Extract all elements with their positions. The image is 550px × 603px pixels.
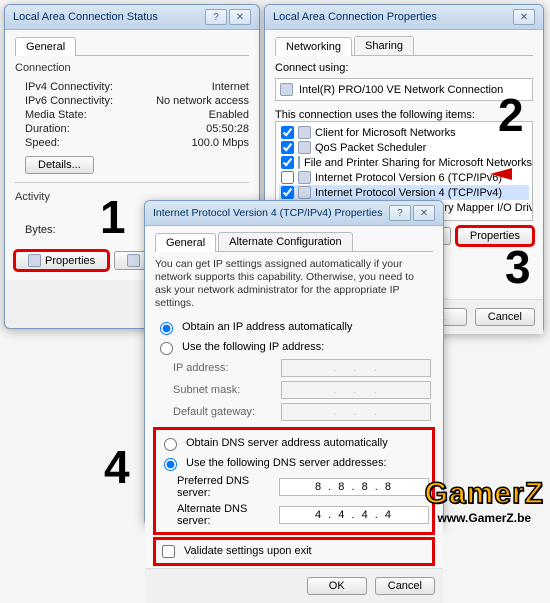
component-icon bbox=[298, 186, 311, 199]
component-icon bbox=[298, 141, 311, 154]
ok-button[interactable]: OK bbox=[307, 577, 367, 595]
annotation-3: 3 bbox=[505, 240, 531, 294]
item-checkbox[interactable] bbox=[281, 171, 294, 184]
radio-manual-ip-label: Use the following IP address: bbox=[182, 341, 324, 353]
preferred-dns-input[interactable]: 8 . 8 . 8 . 8 bbox=[279, 478, 429, 496]
nic-box: Intel(R) PRO/100 VE Network Connection bbox=[275, 78, 533, 101]
connection-label: Connection bbox=[15, 62, 249, 74]
lanprops-titlebar: Local Area Connection Properties ✕ bbox=[265, 5, 543, 30]
default-gateway-input: . . . bbox=[281, 403, 431, 421]
subnet-mask-label: Subnet mask: bbox=[173, 384, 273, 396]
bytes-label: Bytes: bbox=[25, 224, 56, 236]
component-icon bbox=[298, 156, 300, 169]
status-tabs: General bbox=[15, 36, 249, 56]
item-checkbox[interactable] bbox=[281, 186, 294, 199]
ipv4-label: IPv4 Connectivity: bbox=[25, 81, 113, 93]
list-item-selected: Internet Protocol Version 4 (TCP/IPv4) bbox=[279, 185, 529, 200]
gamerz-logo: GamerZ www.GamerZ.be bbox=[425, 477, 544, 525]
component-icon bbox=[298, 126, 311, 139]
ipv4-properties-window: Internet Protocol Version 4 (TCP/IPv4) P… bbox=[144, 200, 444, 526]
speed-label: Speed: bbox=[25, 137, 60, 149]
status-winbuttons: ? ✕ bbox=[205, 9, 251, 25]
ip-address-input: . . . bbox=[281, 359, 431, 377]
media-value: Enabled bbox=[209, 109, 249, 121]
subnet-mask-input: . . . bbox=[281, 381, 431, 399]
ipv4-value: Internet bbox=[212, 81, 249, 93]
speed-value: 100.0 Mbps bbox=[192, 137, 249, 149]
tab-sharing[interactable]: Sharing bbox=[354, 36, 414, 55]
shield-icon bbox=[28, 254, 41, 267]
tab-general[interactable]: General bbox=[155, 233, 216, 252]
details-button[interactable]: Details... bbox=[25, 156, 94, 174]
annotation-4: 4 bbox=[104, 440, 130, 494]
duration-label: Duration: bbox=[25, 123, 70, 135]
tab-networking[interactable]: Networking bbox=[275, 37, 352, 56]
radio-auto-dns[interactable] bbox=[164, 438, 177, 451]
logo-url: www.GamerZ.be bbox=[425, 511, 544, 525]
cancel-button[interactable]: Cancel bbox=[475, 308, 535, 326]
radio-manual-dns-label: Use the following DNS server addresses: bbox=[186, 457, 387, 469]
preferred-dns-label: Preferred DNS server: bbox=[177, 475, 271, 499]
help-button[interactable]: ? bbox=[389, 205, 411, 221]
radio-manual-ip[interactable] bbox=[160, 342, 173, 355]
status-titlebar: Local Area Connection Status ? ✕ bbox=[5, 5, 259, 30]
help-button[interactable]: ? bbox=[205, 9, 227, 25]
close-button[interactable]: ✕ bbox=[513, 9, 535, 25]
list-item: Client for Microsoft Networks bbox=[279, 125, 529, 140]
item-checkbox[interactable] bbox=[281, 156, 294, 169]
uses-items-label: This connection uses the following items… bbox=[275, 109, 533, 121]
logo-text: GamerZ bbox=[425, 477, 544, 511]
lanprops-title: Local Area Connection Properties bbox=[273, 11, 437, 23]
list-item: QoS Packet Scheduler bbox=[279, 140, 529, 155]
close-button[interactable]: ✕ bbox=[413, 205, 435, 221]
item-checkbox[interactable] bbox=[281, 126, 294, 139]
status-properties-button[interactable]: Properties bbox=[15, 251, 108, 270]
ip-address-label: IP address: bbox=[173, 362, 273, 374]
duration-value: 05:50:28 bbox=[206, 123, 249, 135]
annotation-1: 1 bbox=[100, 190, 126, 244]
item-checkbox[interactable] bbox=[281, 141, 294, 154]
nic-icon bbox=[280, 83, 293, 96]
tab-alternate[interactable]: Alternate Configuration bbox=[218, 232, 353, 251]
ipv4-titlebar: Internet Protocol Version 4 (TCP/IPv4) P… bbox=[145, 201, 443, 226]
tab-general[interactable]: General bbox=[15, 37, 76, 56]
status-title: Local Area Connection Status bbox=[13, 11, 158, 23]
radio-auto-ip-label: Obtain an IP address automatically bbox=[182, 321, 352, 333]
media-label: Media State: bbox=[25, 109, 87, 121]
close-button[interactable]: ✕ bbox=[229, 9, 251, 25]
shield-icon bbox=[127, 254, 140, 267]
validate-checkbox[interactable] bbox=[162, 545, 175, 558]
ipv4-title: Internet Protocol Version 4 (TCP/IPv4) P… bbox=[153, 207, 382, 219]
red-arrow-icon bbox=[490, 168, 512, 180]
nic-name: Intel(R) PRO/100 VE Network Connection bbox=[299, 84, 503, 96]
radio-manual-dns[interactable] bbox=[164, 458, 177, 471]
ipv6-label: IPv6 Connectivity: bbox=[25, 95, 113, 107]
alternate-dns-label: Alternate DNS server: bbox=[177, 503, 271, 527]
radio-auto-ip[interactable] bbox=[160, 322, 173, 335]
annotation-2: 2 bbox=[498, 88, 524, 142]
component-icon bbox=[298, 171, 311, 184]
ipv4-blurb: You can get IP settings assigned automat… bbox=[155, 258, 433, 311]
alternate-dns-input[interactable]: 4 . 4 . 4 . 4 bbox=[279, 506, 429, 524]
default-gateway-label: Default gateway: bbox=[173, 406, 273, 418]
cancel-button[interactable]: Cancel bbox=[375, 577, 435, 595]
validate-label: Validate settings upon exit bbox=[184, 545, 312, 557]
radio-auto-dns-label: Obtain DNS server address automatically bbox=[186, 437, 388, 449]
connect-using-label: Connect using: bbox=[275, 62, 533, 74]
ipv6-value: No network access bbox=[156, 95, 249, 107]
